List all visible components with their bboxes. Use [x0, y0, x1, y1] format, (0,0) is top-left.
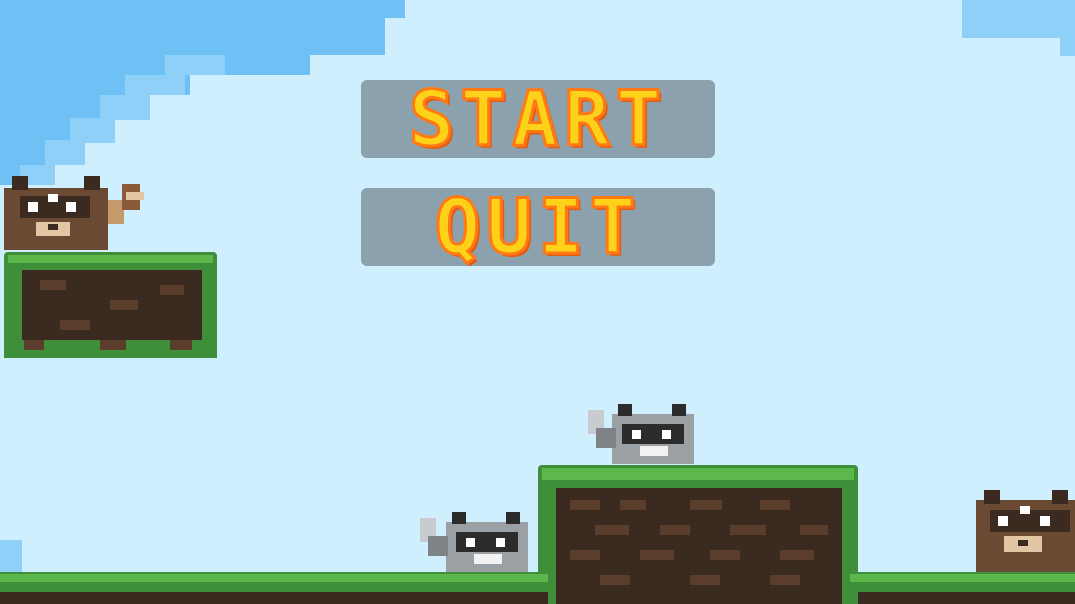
- start-button-label: START: [407, 74, 668, 163]
- start-button[interactable]: START: [361, 74, 715, 163]
- game-scene: START QUIT: [0, 0, 1075, 604]
- raised-ground: [538, 465, 858, 604]
- sky-patch: [0, 540, 22, 574]
- quit-button[interactable]: QUIT: [361, 182, 715, 271]
- brown-raccoon-icon: [976, 490, 1075, 572]
- quit-button-label: QUIT: [433, 182, 642, 271]
- floating-platform: [4, 252, 217, 358]
- ground-strip: [0, 572, 1075, 604]
